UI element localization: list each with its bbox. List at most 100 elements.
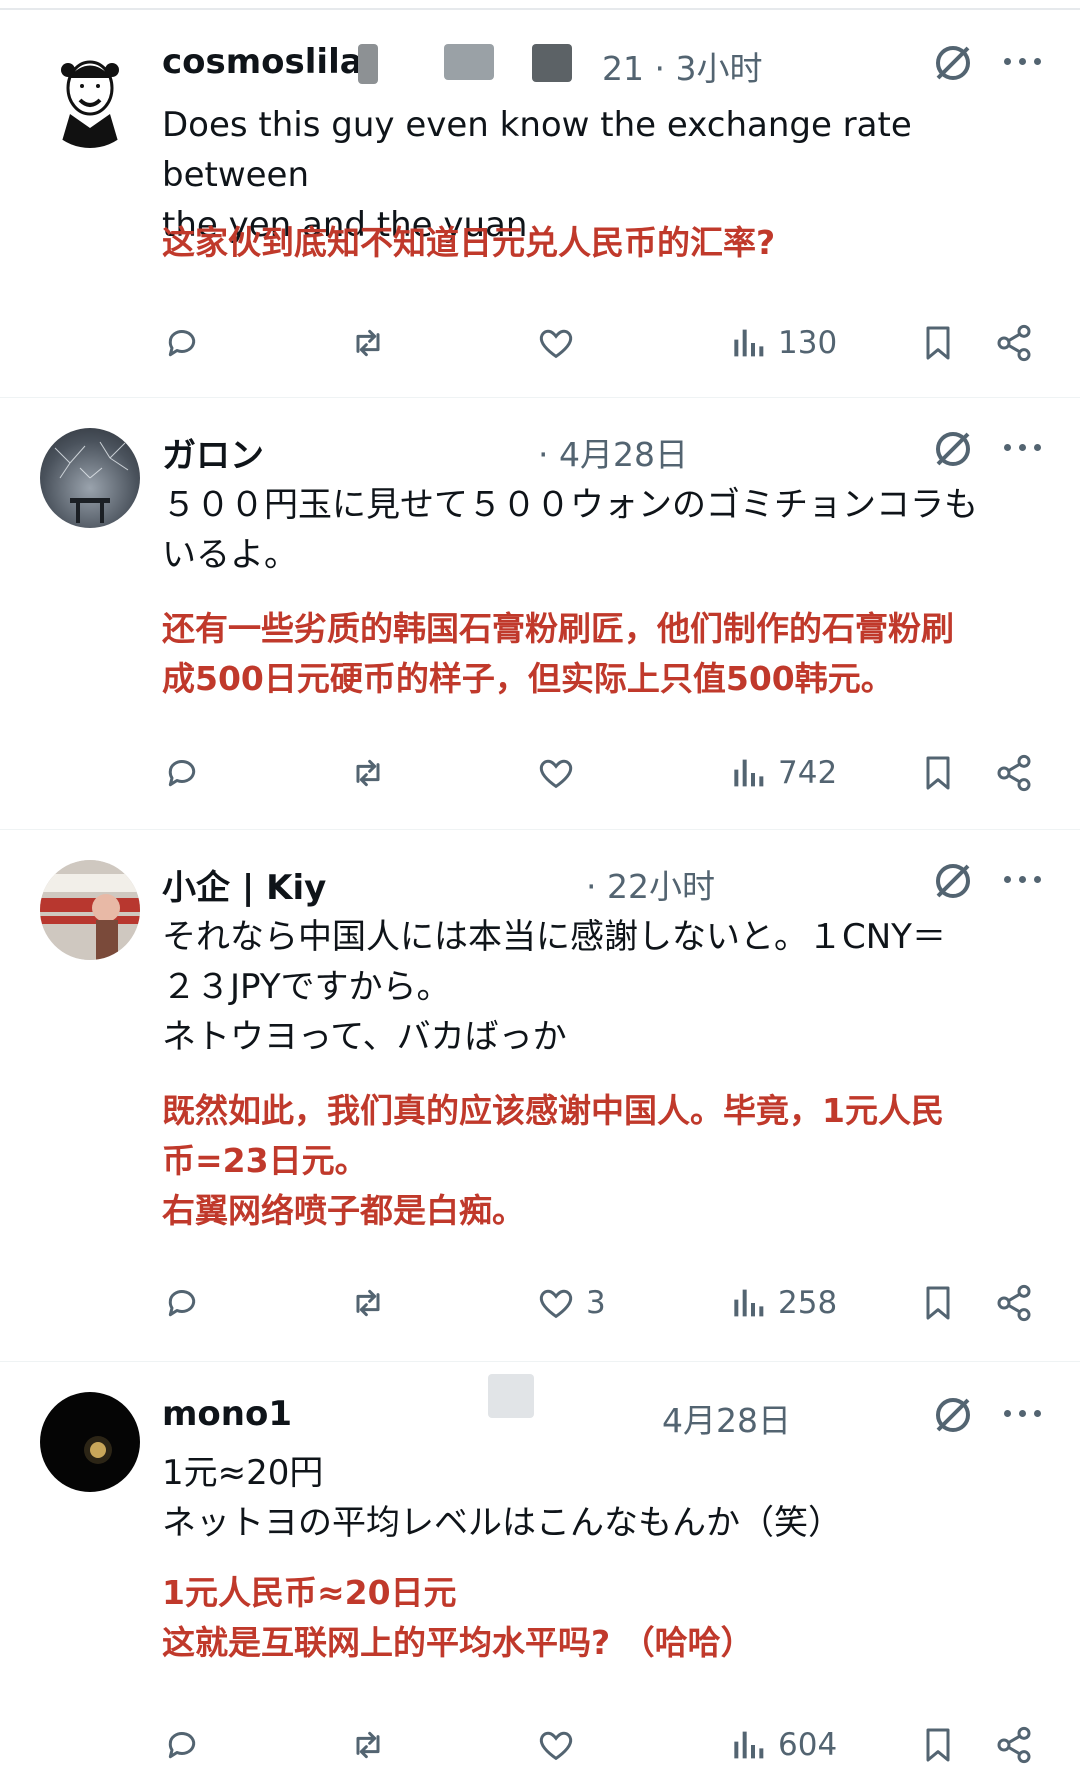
avatar[interactable] [40, 860, 140, 960]
username[interactable]: 小企 | Kiy [162, 860, 326, 909]
share-button[interactable] [994, 318, 1034, 368]
more-icon[interactable] [1004, 52, 1044, 72]
repost-button[interactable] [348, 748, 388, 798]
more-icon[interactable] [1004, 438, 1044, 458]
more-icon[interactable] [1004, 1404, 1044, 1424]
avatar-illustration [84, 1436, 112, 1464]
post-text: それなら中国人には本当に感謝しないと。１CNY＝ ２３JPYですから。 ネトウヨ… [162, 917, 946, 1057]
avatar[interactable] [40, 1392, 140, 1492]
reply-icon [168, 1289, 196, 1317]
views-button[interactable]: 604 [728, 1720, 837, 1770]
post-header: 小企 | Kiy · 22小时 [162, 858, 1060, 908]
bookmark-icon [926, 326, 950, 360]
views-icon [734, 759, 764, 787]
repost-icon [356, 1731, 380, 1759]
share-button[interactable] [994, 1720, 1034, 1770]
bookmark-icon [926, 1286, 950, 1320]
like-button[interactable]: 3 [536, 1278, 606, 1328]
like-button[interactable] [536, 318, 586, 368]
redacted-handle [532, 44, 572, 82]
share-icon [997, 1726, 1031, 1764]
bookmark-button[interactable] [918, 1720, 958, 1770]
repost-icon [356, 329, 380, 357]
views-button[interactable]: 742 [728, 748, 837, 798]
username[interactable]: mono1 [162, 1394, 292, 1434]
share-icon [997, 1284, 1031, 1322]
top-divider [0, 8, 1080, 10]
reply-button[interactable] [162, 748, 202, 798]
views-button[interactable]: 130 [728, 318, 837, 368]
avatar-illustration [54, 441, 129, 523]
post[interactable]: mono1 4月28日 1元≈20円 ネットヨの平均レベルはこんなもんか（笑） … [0, 1362, 1080, 1782]
bookmark-button[interactable] [918, 318, 958, 368]
post-translation: 1元人民币≈20日元 这就是互联网上的平均水平吗? （哈哈） [162, 1573, 754, 1662]
heart-icon [539, 759, 573, 789]
grok-icon[interactable] [930, 1392, 976, 1438]
post-meta: 4月28日 [662, 1401, 791, 1440]
redacted-handle [444, 44, 494, 80]
bookmark-icon [926, 756, 950, 790]
view-count: 258 [778, 1285, 838, 1321]
action-bar: 604 [162, 1720, 1042, 1770]
more-icon[interactable] [1004, 870, 1044, 890]
view-count: 742 [778, 755, 838, 791]
heart-icon [539, 1731, 573, 1761]
post[interactable]: 小企 | Kiy · 22小时 それなら中国人には本当に感謝しないと。１CNY＝… [0, 830, 1080, 1362]
bookmark-icon [926, 1728, 950, 1762]
post-meta: 21 · 3小时 [602, 49, 763, 88]
reply-icon [168, 329, 196, 357]
grok-icon[interactable] [930, 858, 976, 904]
repost-icon [356, 759, 380, 787]
post-text: 1元≈20円 ネットヨの平均レベルはこんなもんか（笑） [162, 1453, 842, 1543]
views-icon [734, 329, 764, 357]
like-button[interactable] [536, 748, 586, 798]
post-translation: 还有一些劣质的韩国石膏粉刷匠，他们制作的石膏粉刷 成500日元硬币的样子，但实际… [162, 609, 954, 698]
like-button[interactable] [536, 1720, 586, 1770]
redacted-handle [488, 1374, 534, 1418]
bookmark-button[interactable] [918, 748, 958, 798]
post[interactable]: ガロン · 4月28日 ５００円玉に見せて５００ウォンのゴミチョンコラも いるよ… [0, 398, 1080, 830]
grok-icon[interactable] [930, 40, 976, 86]
repost-icon [356, 1289, 380, 1317]
post-meta: · 4月28日 [538, 435, 688, 474]
avatar[interactable] [40, 48, 140, 148]
post[interactable]: cosmoslila 21 · 3小时 Does this guy even k… [0, 12, 1080, 398]
share-icon [997, 754, 1031, 792]
username[interactable]: cosmoslila [162, 42, 363, 82]
views-icon [734, 1289, 764, 1317]
view-count: 604 [778, 1727, 838, 1763]
action-bar: 742 [162, 748, 1042, 798]
action-bar: 3 258 [162, 1278, 1042, 1328]
repost-button[interactable] [348, 318, 388, 368]
post-header: cosmoslila 21 · 3小时 [162, 40, 1060, 88]
username[interactable]: ガロン [162, 428, 264, 477]
avatar[interactable] [40, 428, 140, 528]
post-text: ５００円玉に見せて５００ウォンのゴミチョンコラも いるよ。 [162, 485, 978, 575]
reply-button[interactable] [162, 1720, 202, 1770]
heart-icon [539, 1289, 573, 1319]
post-translation: 这家伙到底知不知道日元兑人民币的汇率? [162, 223, 776, 262]
post-meta: · 22小时 [586, 867, 715, 906]
action-bar: 130 [162, 318, 1042, 368]
share-button[interactable] [994, 1278, 1034, 1328]
bookmark-button[interactable] [918, 1278, 958, 1328]
post-header: mono1 4月28日 [162, 1374, 1060, 1440]
repost-button[interactable] [348, 1720, 388, 1770]
share-button[interactable] [994, 748, 1034, 798]
avatar-illustration [40, 860, 140, 960]
avatar-illustration [40, 48, 140, 148]
grok-icon[interactable] [930, 426, 976, 472]
reply-icon [168, 759, 196, 787]
post-header: ガロン · 4月28日 [162, 426, 1060, 476]
post-translation: 既然如此，我们真的应该感谢中国人。毕竟，1元人民 币=23日元。 右翼网络喷子都… [162, 1091, 944, 1230]
repost-button[interactable] [348, 1278, 388, 1328]
views-icon [734, 1731, 764, 1759]
heart-icon [539, 329, 573, 359]
reply-button[interactable] [162, 318, 202, 368]
like-count: 3 [586, 1285, 606, 1321]
share-icon [997, 324, 1031, 362]
view-count: 130 [778, 325, 838, 361]
views-button[interactable]: 258 [728, 1278, 837, 1328]
redacted-handle [358, 44, 378, 84]
reply-button[interactable] [162, 1278, 202, 1328]
